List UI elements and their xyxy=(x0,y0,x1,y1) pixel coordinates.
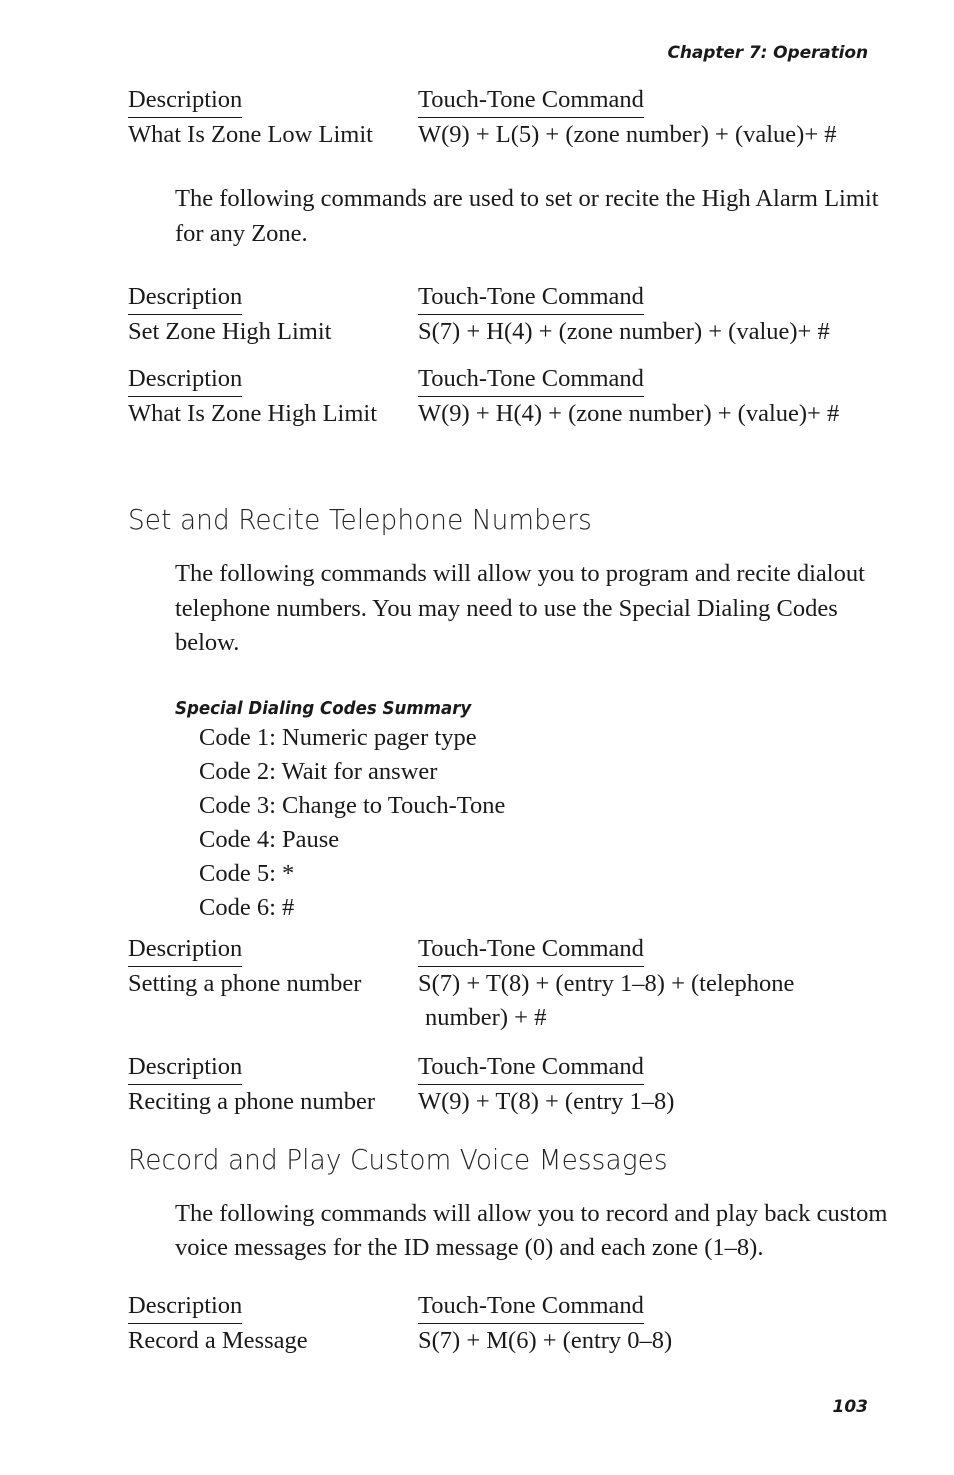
section-heading-telephone-numbers: Set and Recite Telephone Numbers xyxy=(128,503,592,536)
cell-description: Record a Message xyxy=(128,1326,308,1354)
column-header-description: Description xyxy=(128,363,418,397)
column-header-description: Description xyxy=(128,933,418,967)
cell-command: W(9) + L(5) + (zone number) + (value)+ # xyxy=(418,121,837,148)
list-item: Code 5: * xyxy=(199,859,295,887)
column-header-description: Description xyxy=(128,1051,418,1085)
table-header-row: Description Touch-Tone Command xyxy=(128,933,888,967)
command-block-record-message: Description Touch-Tone Command Record a M… xyxy=(128,1290,888,1358)
table-row: What Is Zone High Limit W(9) + H(4) + (zo… xyxy=(128,397,888,431)
page-content: Description Touch-Tone Command What Is Zo… xyxy=(128,84,888,1358)
column-header-command: Touch-Tone Command xyxy=(418,84,644,118)
command-block-setting-phone-number: Description Touch-Tone Command Setting a … xyxy=(128,933,888,1035)
special-dialing-codes-list: Code 1: Numeric pager type Code 2: Wait … xyxy=(199,721,888,925)
table-row: What Is Zone Low Limit W(9) + L(5) + (zon… xyxy=(128,118,888,152)
command-block-what-is-zone-high-limit: Description Touch-Tone Command What Is Zo… xyxy=(128,363,888,431)
table-header-row: Description Touch-Tone Command xyxy=(128,1051,888,1085)
table-row-continuation: number) + # xyxy=(128,1001,888,1035)
table-header-row: Description Touch-Tone Command xyxy=(128,84,888,118)
cell-command: W(9) + H(4) + (zone number) + (value)+ # xyxy=(418,400,840,427)
table-row: Set Zone High Limit S(7) + H(4) + (zone n… xyxy=(128,315,888,349)
column-header-command: Touch-Tone Command xyxy=(418,1290,644,1324)
column-header-description: Description xyxy=(128,281,418,315)
section-heading-voice-messages: Record and Play Custom Voice Messages xyxy=(128,1142,668,1176)
table-header-row: Description Touch-Tone Command xyxy=(128,1290,888,1324)
column-header-description: Description xyxy=(128,1290,418,1324)
document-page: Chapter 7: Operation Description Touch-To… xyxy=(0,0,954,1475)
column-header-command: Touch-Tone Command xyxy=(418,1051,644,1085)
list-item: Code 6: # xyxy=(199,893,295,921)
cell-command: W(9) + T(8) + (entry 1–8) xyxy=(418,1087,675,1115)
page-number: 103 xyxy=(832,1397,869,1417)
table-row: Record a Message S(7) + M(6) + (entry 0–8… xyxy=(128,1324,888,1358)
paragraph-voice-intro: The following commands will allow you to… xyxy=(175,1199,888,1262)
cell-command: S(7) + T(8) + (entry 1–8) + (telephone xyxy=(418,969,795,997)
paragraph-high-limit-intro: The following commands are used to set o… xyxy=(175,185,879,247)
table-header-row: Description Touch-Tone Command xyxy=(128,363,888,397)
column-header-description: Description xyxy=(128,84,418,118)
subheading-special-dialing-codes: Special Dialing Codes Summary xyxy=(175,698,472,719)
cell-description: Set Zone High Limit xyxy=(128,318,332,345)
table-row: Reciting a phone number W(9) + T(8) + (en… xyxy=(128,1085,888,1119)
command-block-set-zone-high-limit: Description Touch-Tone Command Set Zone H… xyxy=(128,281,888,349)
column-header-command: Touch-Tone Command xyxy=(418,933,644,967)
cell-description: Reciting a phone number xyxy=(128,1087,375,1115)
column-header-command: Touch-Tone Command xyxy=(418,281,644,315)
table-header-row: Description Touch-Tone Command xyxy=(128,281,888,315)
paragraph-telephone-intro: The following commands will allow you to… xyxy=(175,560,865,656)
command-block-reciting-phone-number: Description Touch-Tone Command Reciting a… xyxy=(128,1051,888,1119)
list-item: Code 1: Numeric pager type xyxy=(199,723,477,751)
list-item: Code 2: Wait for answer xyxy=(199,757,438,785)
table-row: Setting a phone number S(7) + T(8) + (ent… xyxy=(128,967,888,1001)
cell-command: S(7) + M(6) + (entry 0–8) xyxy=(418,1326,673,1354)
cell-command-continued: number) + # xyxy=(425,1003,547,1031)
cell-description: What Is Zone High Limit xyxy=(128,400,378,427)
command-block-zone-low-limit: Description Touch-Tone Command What Is Zo… xyxy=(128,84,888,152)
list-item: Code 4: Pause xyxy=(199,825,340,853)
list-item: Code 3: Change to Touch-Tone xyxy=(199,791,506,819)
cell-command: S(7) + H(4) + (zone number) + (value)+ # xyxy=(418,318,830,345)
cell-description: What Is Zone Low Limit xyxy=(128,121,373,148)
cell-description: Setting a phone number xyxy=(128,969,362,997)
column-header-command: Touch-Tone Command xyxy=(418,363,644,397)
running-head: Chapter 7: Operation xyxy=(667,43,869,63)
